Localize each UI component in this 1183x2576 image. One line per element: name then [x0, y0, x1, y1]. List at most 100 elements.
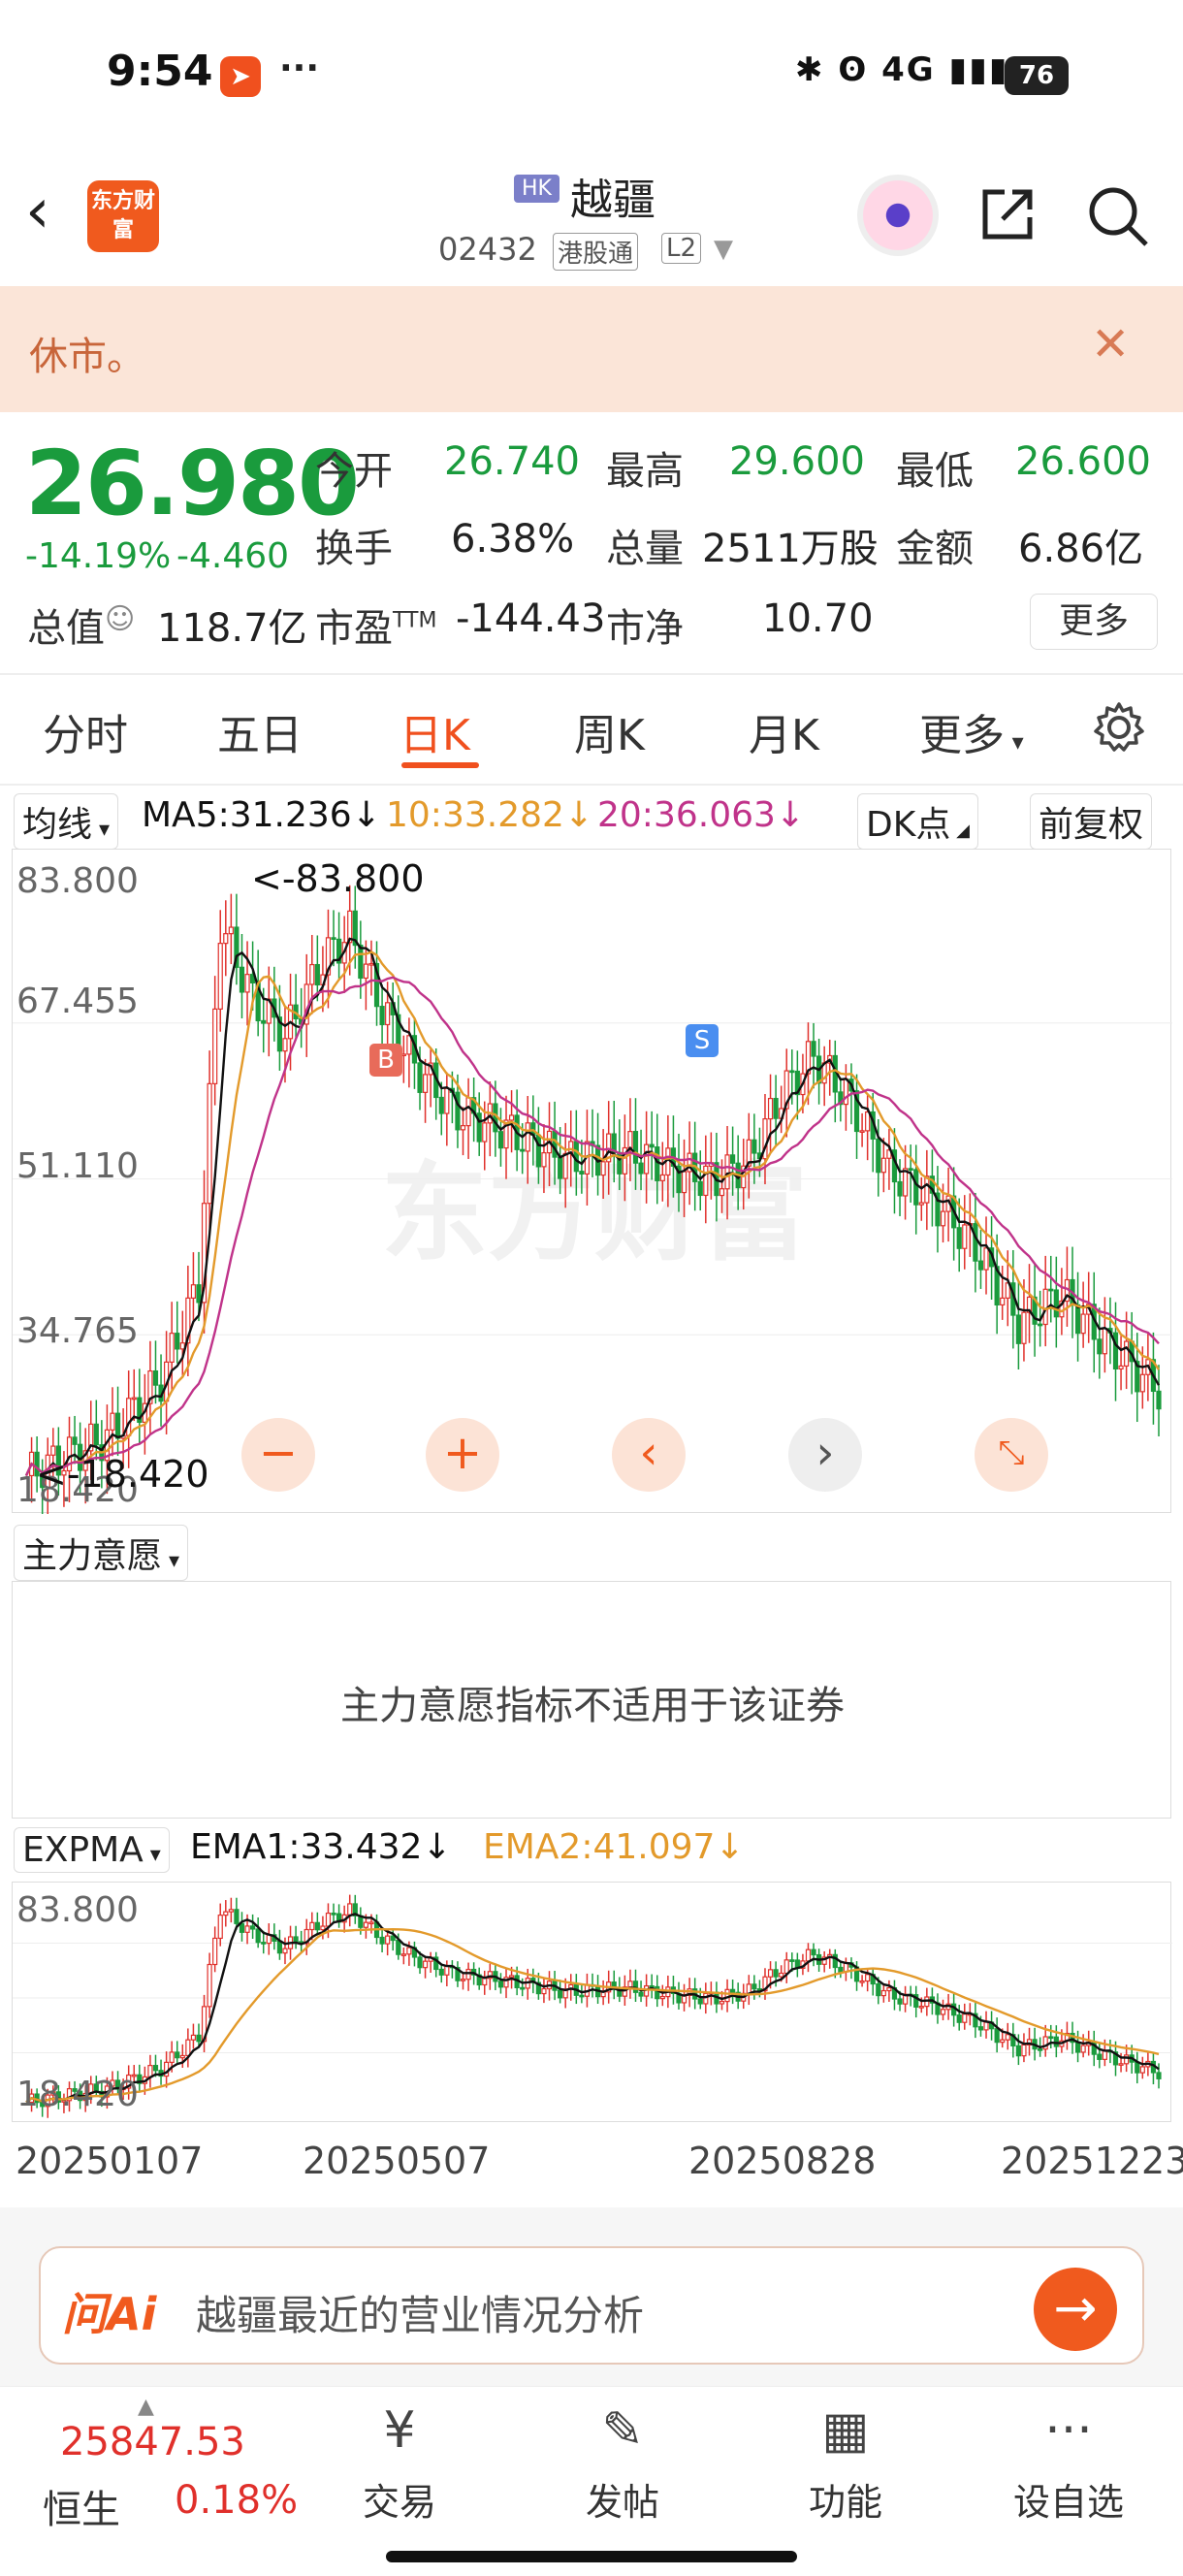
candle-body	[659, 1174, 665, 1181]
pe-label: 市盈TTM	[315, 606, 437, 651]
last-price: 26.980	[25, 432, 360, 535]
zoom-out-button[interactable]: −	[241, 1418, 315, 1492]
low-label: 最低	[896, 449, 974, 494]
back-icon[interactable]: ‹	[25, 180, 50, 242]
tab-monthly-k[interactable]: 月K	[749, 700, 819, 762]
arrow-right-icon[interactable]: →	[1034, 2268, 1117, 2351]
candle-body	[239, 966, 245, 993]
market-closed-banner: 休市。 ✕	[0, 286, 1183, 412]
candle-body	[406, 1035, 412, 1055]
tab-daily-k[interactable]: 日K	[400, 700, 470, 762]
chevron-down-icon[interactable]: ▼	[714, 235, 733, 264]
candle-body	[363, 1921, 368, 1928]
bottom-nav: ▲ 25847.53 恒生 0.18% ¥ 交易 ✎ 发帖 ▦ 功能 ··· 设自选	[0, 2386, 1183, 2576]
candle-body	[169, 2051, 175, 2063]
candle-body	[309, 1921, 315, 1931]
dk-point-select[interactable]: DK点 ◢	[857, 793, 978, 850]
candle-body	[379, 1006, 385, 1026]
candle-body	[276, 1940, 283, 1954]
high-marker: <-83.800	[251, 857, 425, 900]
grid-icon: ▦	[821, 2401, 870, 2460]
candle-body	[1097, 2053, 1103, 2060]
ai-ask-bar[interactable]: 问Ai 越疆最近的营业情况分析 →	[39, 2246, 1144, 2365]
share-icon[interactable]	[977, 184, 1038, 244]
assistant-avatar[interactable]	[857, 175, 939, 256]
tab-more[interactable]: 更多 ▾	[919, 700, 1024, 762]
banner-text: 休市。	[29, 335, 145, 379]
candle-body	[482, 1122, 488, 1143]
candle-body	[293, 1936, 299, 1943]
candle-body	[897, 1180, 903, 1197]
nav-trade[interactable]: ¥ 交易	[312, 2397, 487, 2526]
tab-intraday[interactable]: 分时	[43, 700, 128, 762]
index-value[interactable]: 25847.53	[60, 2420, 245, 2464]
ma-line	[24, 950, 1160, 1477]
candle-body	[918, 2006, 924, 2009]
index-change[interactable]: 0.18%	[175, 2478, 298, 2523]
zoom-in-button[interactable]: +	[426, 1418, 499, 1492]
candle-body	[320, 1925, 326, 1931]
brand-logo[interactable]: 东方财富	[87, 180, 159, 252]
candle-body	[918, 1202, 924, 1206]
period-tabs: 分时 五日 日K 周K 月K 更多 ▾	[0, 679, 1183, 786]
candle-body	[72, 1436, 78, 1445]
tab-five-day[interactable]: 五日	[217, 700, 303, 762]
close-icon[interactable]: ✕	[1091, 317, 1130, 371]
not-applicable-message: 主力意愿指标不适用于该证券	[340, 1684, 845, 1728]
amount-label: 金额	[896, 527, 974, 571]
nav-post[interactable]: ✎ 发帖	[535, 2397, 710, 2526]
candle-body	[552, 1130, 558, 1158]
candle-body	[859, 1130, 865, 1133]
candle-body	[482, 1978, 488, 1986]
candle-body	[751, 1139, 757, 1154]
more-quote-button[interactable]: 更多	[1030, 594, 1158, 650]
candle-body	[977, 2026, 984, 2031]
info-icon[interactable]: ☺	[105, 602, 135, 636]
notification-app-icon: ➤	[220, 56, 261, 97]
indicator-select-2[interactable]: 主力意愿 ▾	[14, 1525, 189, 1581]
candle-body	[535, 1134, 541, 1168]
ai-question[interactable]: 越疆最近的营业情况分析	[196, 2283, 644, 2342]
candle-body	[1156, 2072, 1162, 2079]
scroll-right-button[interactable]: ›	[788, 1418, 862, 1492]
candle-body	[1074, 2042, 1081, 2053]
candle-body	[422, 1074, 429, 1093]
indicator-select-3[interactable]: EXPMA ▾	[14, 1827, 170, 1873]
index-name[interactable]: 恒生	[43, 2478, 120, 2534]
adjust-button[interactable]: 前复权	[1030, 793, 1153, 850]
buy-tag[interactable]: B	[369, 1044, 402, 1077]
indicator-select[interactable]: 均线 ▾	[14, 793, 119, 850]
scroll-left-button[interactable]: ‹	[612, 1418, 686, 1492]
candle-body	[152, 2065, 159, 2072]
candle-body	[400, 1953, 406, 1956]
fullscreen-button[interactable]: ⤡	[975, 1418, 1048, 1492]
candle-body	[767, 1969, 774, 1978]
candle-body	[314, 1921, 320, 1931]
candle-body	[876, 1982, 881, 1997]
sell-tag[interactable]: S	[686, 1024, 719, 1057]
y-tick: 51.110	[16, 1146, 139, 1186]
candle-body	[638, 1991, 644, 1997]
candle-body	[309, 963, 315, 985]
search-icon[interactable]	[1086, 184, 1150, 248]
candle-body	[126, 1398, 132, 1436]
candle-body	[1021, 1311, 1027, 1344]
market-tag: HK	[514, 175, 560, 203]
candle-body	[1156, 1390, 1162, 1410]
chevron-up-icon[interactable]: ▲	[138, 2395, 154, 2419]
tab-weekly-k[interactable]: 周K	[574, 700, 645, 762]
candle-body	[1112, 1332, 1119, 1370]
high-value: 29.600	[729, 439, 865, 484]
ema-chart[interactable]: 83.800 18.420	[12, 1882, 1172, 2122]
ema2-value: EMA2:41.097↓	[483, 1827, 745, 1867]
nav-functions[interactable]: ▦ 功能	[758, 2397, 933, 2526]
candle-body	[649, 1143, 655, 1148]
more-icon: ···	[1044, 2401, 1093, 2460]
pe-value: -144.43	[456, 596, 606, 641]
amount-value: 6.86亿	[1018, 527, 1144, 571]
candle-body	[1097, 1338, 1103, 1355]
y-tick: 83.800	[16, 861, 139, 901]
kline-chart[interactable]: 东方财富 83.800 67.455 51.110 34.765 18.420 …	[12, 849, 1172, 1514]
gear-icon[interactable]	[1092, 700, 1146, 755]
nav-watchlist[interactable]: ··· 设自选	[981, 2397, 1156, 2526]
